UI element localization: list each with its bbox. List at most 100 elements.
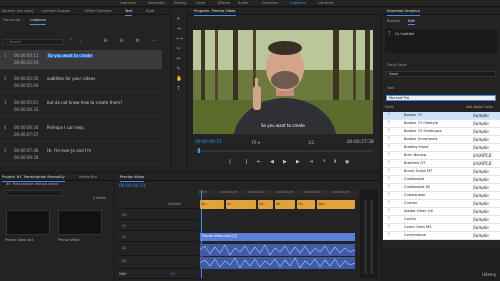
timeline-timecode[interactable]: 00:00:00:21 [119,184,146,190]
favorite-star-icon[interactable]: ☆ [387,160,391,166]
caption-clip[interactable]: Hi... [226,200,256,209]
caption-row-2[interactable]: 2 00:00:02:20 00:00:05:04 subtitles for … [0,73,162,93]
type-tool-icon[interactable]: T [176,87,181,92]
workspace-tab-learning[interactable]: Learning [120,1,136,6]
track-header-v3[interactable]: V3 [118,211,198,220]
font-row[interactable]: ☆ Bodoni 72 Oldstyle Sample [383,120,500,128]
tab-source[interactable]: Source: (no clips) [2,9,33,14]
font-row[interactable]: ☆ Brothers OT SAMPLE [383,160,500,168]
track-header-subtitle[interactable]: Subtitle [118,200,198,209]
tab-audio[interactable]: Audi [146,9,154,14]
playhead-marker[interactable] [198,148,200,153]
track-header-a2[interactable]: A2 [118,257,198,269]
slip-tool-icon[interactable]: ↔ [176,57,181,62]
merge-caption-icon[interactable]: ⊗ [135,39,140,44]
favorite-star-icon[interactable]: ☆ [387,136,391,142]
mark-in-icon[interactable]: ⎸ [230,159,235,166]
favorite-star-icon[interactable]: ☆ [387,224,391,230]
project-title[interactable]: Project: #1 Transcription ManualSy [2,175,65,182]
favorite-star-icon[interactable]: ☆ [387,200,391,206]
favorite-star-icon[interactable]: ☆ [387,192,391,198]
program-timecode[interactable]: 00:00:00:21 [195,140,222,146]
mix-value[interactable]: 0.0 [170,272,175,277]
fonts-filter-label[interactable]: Fonts [385,105,394,110]
caption-row-4[interactable]: 4 00:00:06:34 00:00:07:07 Perhaps I can … [0,122,162,142]
add-adobe-fonts-link[interactable]: Add Adobe Fonts [466,105,493,110]
track-style-select[interactable]: None [386,71,496,77]
tab-browse[interactable]: Browse [387,19,400,24]
tab-edit[interactable]: Edit [408,19,415,25]
tab-captions[interactable]: Captions [30,18,46,25]
font-row[interactable]: ☆ Comic Sans MS Sample [383,224,500,232]
favorite-star-icon[interactable]: ☆ [387,144,391,150]
caption-clip[interactable]: Fo.. [297,200,315,209]
font-select[interactable]: Marked Pro [386,95,496,101]
track-select-tool-icon[interactable]: ⇥ [176,27,181,32]
program-scrubber[interactable] [195,150,373,152]
favorite-star-icon[interactable]: ☆ [387,208,391,214]
ripple-edit-tool-icon[interactable]: ⟷ [176,37,183,42]
favorite-star-icon[interactable]: ☆ [387,216,391,222]
track-header-v1[interactable]: V1 [118,233,198,242]
hand-tool-icon[interactable]: ✋ [176,77,182,82]
timeline-ruler[interactable]: 00:00 00:00:05:00 00:00:10:00 00:00:15:0… [198,190,358,197]
resolution-select[interactable]: 1/2 [308,140,314,145]
tab-effect-controls[interactable]: Effect Controls [85,9,111,14]
project-search-input[interactable]: ⌕ [3,190,63,196]
audio-clip-a1[interactable] [199,244,356,256]
go-to-in-icon[interactable]: ⇤ [257,159,261,166]
font-row[interactable]: ☆ Cochin Sample [383,216,500,224]
export-frame-icon[interactable]: ◉ [345,159,349,166]
caption-text[interactable]: So you want to create [47,53,93,59]
font-row[interactable]: ☆ Bradley Hand Sample [383,144,500,152]
font-row[interactable]: ☆ Bodoni 72 Smallcaps Sample [383,128,500,136]
font-row[interactable]: ☆ Chalkboard SE Sample [383,184,500,192]
timeline-title[interactable]: Precise Video [120,175,144,182]
chevron-up-icon[interactable]: ⌃ [69,39,74,44]
program-monitor-title[interactable]: Program: Precise Video [194,9,236,16]
add-caption-icon[interactable]: ⊕ [103,39,108,44]
workspace-tab-editing[interactable]: Editing [174,1,187,6]
caption-row-5[interactable]: 5 00:00:07:48 00:00:09:28 Hi, I'm over J… [0,145,162,165]
font-row[interactable]: ☆ Cornerstone Sample [383,232,500,240]
caption-text[interactable]: Hi, I'm over Jo and I'm [47,148,91,153]
tab-media-browser[interactable]: Media Bro [79,175,97,180]
razor-tool-icon[interactable]: ✂ [176,47,181,52]
font-row[interactable]: ☆ Adobe Clean UX Sample [383,208,500,216]
workspace-tab-color[interactable]: Color [196,1,205,6]
tab-text[interactable]: Text [125,9,133,16]
caption-row-3[interactable]: 3 00:00:05:01 00:00:06:33 but do not kno… [0,97,162,117]
workspace-tab-libraries[interactable]: Libraries [318,1,334,6]
favorite-star-icon[interactable]: ☆ [387,128,391,134]
favorite-star-icon[interactable]: ☆ [387,232,391,238]
project-thumb-2[interactable] [58,210,102,235]
font-row[interactable]: ☆ Charter Sample [383,200,500,208]
essential-graphics-title[interactable]: Essential Graphics [387,9,421,16]
font-row[interactable]: ☆ Brush Script MT Sample [383,168,500,176]
workspace-tab-assembly[interactable]: Assembly [148,1,165,6]
favorite-star-icon[interactable]: ☆ [387,176,391,182]
audio-clip-a2[interactable] [199,257,356,269]
caption-text[interactable]: but do not know how to create them? [47,100,122,105]
caption-text[interactable]: Perhaps I can help. [47,125,85,130]
font-row[interactable]: ☆ Brim Narrow SAMPLE [383,152,500,160]
lift-icon[interactable]: ⇡ [322,159,326,166]
mark-out-icon[interactable]: ⎹ [242,159,247,166]
track-header-a1[interactable]: A1 [118,244,198,256]
go-to-out-icon[interactable]: ⇥ [309,159,313,166]
workspace-tab-graphics[interactable]: Graphics [262,1,278,6]
track-header-a3[interactable]: A3 [118,270,198,279]
zoom-fit[interactable]: Fit ▾ [252,140,260,145]
caption-text[interactable]: subtitles for your videos [47,76,95,81]
split-caption-icon[interactable]: ⊖ [119,39,124,44]
chevron-down-icon[interactable]: ⌄ [78,39,83,44]
captions-search-input[interactable]: ⌕ Search [3,39,63,45]
workspace-tab-effects[interactable]: Effects [218,1,230,6]
caption-clip[interactable]: Hi/... [258,200,273,209]
favorite-star-icon[interactable]: ☆ [387,184,391,190]
play-icon[interactable]: ▶ [283,159,287,166]
font-row[interactable]: ☆ Chalkboard Sample [383,176,500,184]
caption-clip[interactable]: Wi.. [275,200,295,209]
favorite-star-icon[interactable]: ☆ [387,152,391,158]
font-row[interactable]: ☆ Bodoni Ornaments Sample [383,136,500,144]
